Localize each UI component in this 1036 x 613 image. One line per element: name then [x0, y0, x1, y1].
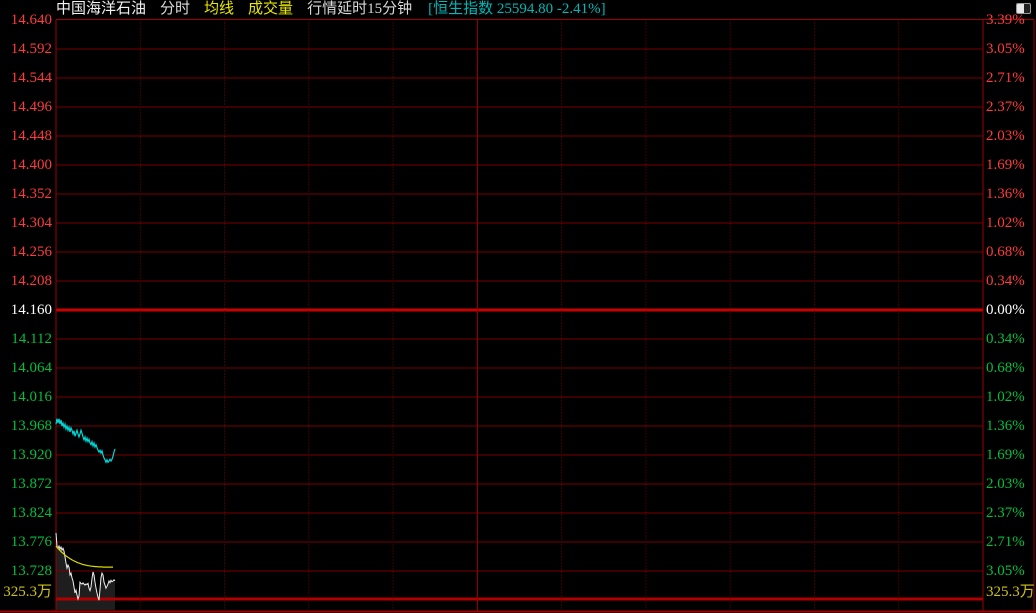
percent-label-up: 3.05%: [986, 41, 1036, 57]
price-label-down: 13.968: [0, 418, 52, 434]
percent-label-down: 2.37%: [986, 505, 1036, 521]
price-label-up: 14.304: [0, 215, 52, 231]
price-label-down: 14.016: [0, 389, 52, 405]
price-label-up: 14.496: [0, 99, 52, 115]
price-label-down: 13.728: [0, 563, 52, 579]
percent-label-down: 2.71%: [986, 534, 1036, 550]
price-label-up: 14.448: [0, 128, 52, 144]
price-line: [56, 419, 115, 463]
percent-label-up: 0.34%: [986, 273, 1036, 289]
percent-label-up: 0.68%: [986, 244, 1036, 260]
price-label-up: 14.400: [0, 157, 52, 173]
intraday-chart[interactable]: [0, 0, 1036, 613]
percent-label-up: 1.02%: [986, 215, 1036, 231]
percent-label-down: 1.69%: [986, 447, 1036, 463]
percent-label-down: 1.36%: [986, 418, 1036, 434]
percent-label-down: 1.02%: [986, 389, 1036, 405]
percent-label-up: 1.36%: [986, 186, 1036, 202]
volume-max-label-right: 325.3万: [986, 584, 1036, 600]
percent-label-up: 2.03%: [986, 128, 1036, 144]
price-label-down: 14.064: [0, 360, 52, 376]
price-label-prev-close: 14.160: [0, 302, 52, 318]
percent-label-down: 0.34%: [986, 331, 1036, 347]
percent-label-up: 2.71%: [986, 70, 1036, 86]
price-label-up: 14.352: [0, 186, 52, 202]
price-label-up: 14.256: [0, 244, 52, 260]
percent-label-down: 0.68%: [986, 360, 1036, 376]
volume-max-label-left: 325.3万: [0, 584, 52, 600]
price-label-down: 14.112: [0, 331, 52, 347]
price-label-up: 14.544: [0, 70, 52, 86]
percent-label-zero: 0.00%: [986, 302, 1036, 318]
percent-label-down: 3.05%: [986, 563, 1036, 579]
percent-label-down: 2.03%: [986, 476, 1036, 492]
price-label-down: 13.920: [0, 447, 52, 463]
stock-app-window: 中国海洋石油 分时 均线 成交量 行情延时15分钟 [恒生指数 25594.80…: [0, 0, 1036, 613]
price-label-down: 13.824: [0, 505, 52, 521]
percent-label-up: 3.39%: [986, 12, 1036, 28]
percent-label-up: 1.69%: [986, 157, 1036, 173]
price-label-up: 14.592: [0, 41, 52, 57]
price-label-down: 13.872: [0, 476, 52, 492]
price-label-up: 14.640: [0, 12, 52, 28]
price-label-down: 13.776: [0, 534, 52, 550]
price-label-up: 14.208: [0, 273, 52, 289]
percent-label-up: 2.37%: [986, 99, 1036, 115]
